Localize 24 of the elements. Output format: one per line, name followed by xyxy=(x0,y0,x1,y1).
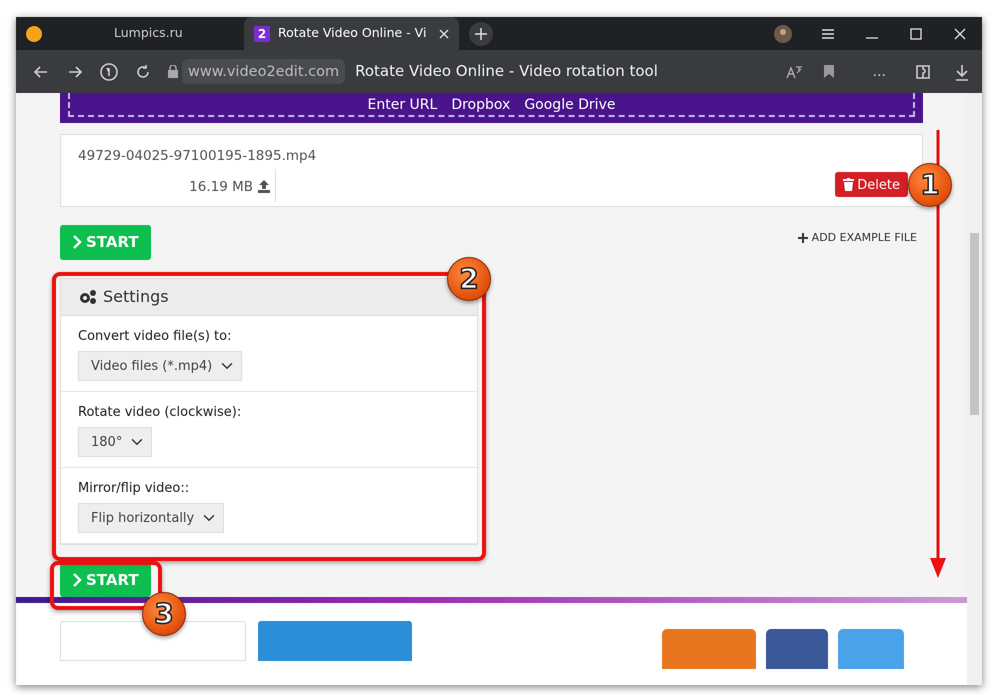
delete-button[interactable]: Delete xyxy=(835,172,908,198)
add-example-file-button[interactable]: ADD EXAMPLE FILE xyxy=(792,229,923,248)
settings-title: Settings xyxy=(103,286,169,308)
upload-source-link[interactable]: Enter URL xyxy=(368,95,438,113)
url-domain[interactable]: www.video2edit.com xyxy=(182,58,346,84)
upload-source-link[interactable]: Google Drive xyxy=(524,95,616,113)
dropdown-field[interactable]: Video files (*.mp4) xyxy=(78,351,242,380)
tab-title: Rotate Video Online - Vi xyxy=(278,24,426,42)
upload-area[interactable]: Enter URL Dropbox Google Drive xyxy=(60,93,923,123)
dropdown-field[interactable]: 180° xyxy=(78,427,152,456)
field-label: Rotate video (clockwise): xyxy=(78,402,242,420)
field-label: Mirror/flip video:: xyxy=(78,478,190,496)
browser-tab[interactable]: Lumpics.ru xyxy=(54,17,244,50)
file-size: 16.19 MB xyxy=(189,176,253,196)
step-number-badge: 2 xyxy=(447,257,491,301)
more-menu[interactable]: ... xyxy=(872,61,886,82)
upload-source-link[interactable]: Dropbox xyxy=(451,95,510,113)
file-name: 49729-04025-97100195-1895.mp4 xyxy=(77,146,318,165)
browser-tab[interactable]: 2 Rotate Video Online - Vi xyxy=(244,17,459,50)
field-label: Convert video file(s) to: xyxy=(78,326,232,344)
favicon-icon: 2 xyxy=(254,26,270,42)
tab-title: Lumpics.ru xyxy=(114,24,183,42)
page-title: Rotate Video Online - Video rotation tool xyxy=(355,61,658,82)
dropdown-field[interactable]: Flip horizontally xyxy=(78,503,224,532)
